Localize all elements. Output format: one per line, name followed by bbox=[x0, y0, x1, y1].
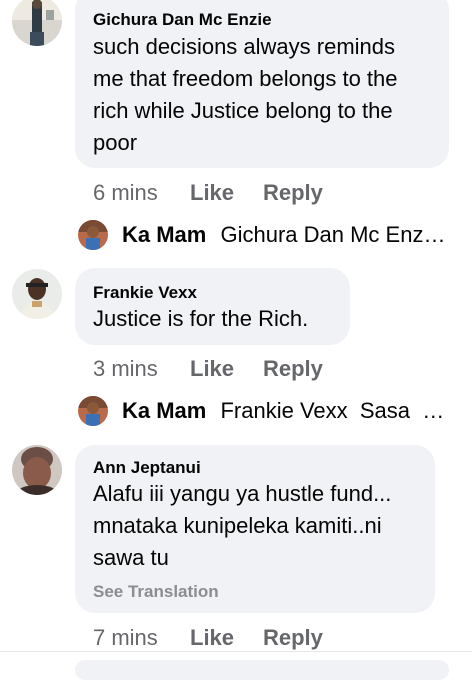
commenter-avatar[interactable] bbox=[12, 0, 62, 46]
next-comment-bubble-edge bbox=[75, 660, 449, 680]
comment-bubble: Frankie Vexx Justice is for the Rich. bbox=[75, 268, 350, 345]
comment-text: such decisions always reminds me that fr… bbox=[93, 31, 398, 159]
comment-timestamp[interactable]: 3 mins bbox=[93, 356, 190, 382]
reply-snippet: Frankie Vexx Sasa … bbox=[220, 398, 445, 423]
comment-actions: 3 mins Like Reply bbox=[93, 356, 323, 382]
comment-text: Justice is for the Rich. bbox=[93, 303, 308, 335]
reply-snippet: Gichura Dan Mc Enz… bbox=[220, 222, 446, 247]
comment-text-line: Justice is for the Rich. bbox=[93, 306, 309, 331]
comment-bubble: Ann Jeptanui Alafu iii yangu ya hustle f… bbox=[75, 445, 435, 613]
commenter-avatar[interactable] bbox=[12, 445, 62, 495]
reply-button[interactable]: Reply bbox=[263, 356, 323, 382]
divider bbox=[0, 651, 472, 652]
comment-bubble: Gichura Dan Mc Enzie such decisions alwa… bbox=[75, 0, 449, 168]
comment-author[interactable]: Ann Jeptanui bbox=[93, 458, 201, 478]
comment-text-line: such decisions always reminds bbox=[93, 34, 396, 59]
user-photo-avatar-icon bbox=[78, 220, 108, 250]
reply-button[interactable]: Reply bbox=[263, 180, 323, 206]
comment-text-line: rich while Justice belong to the bbox=[93, 98, 393, 123]
comment-timestamp[interactable]: 7 mins bbox=[93, 625, 190, 651]
user-photo-avatar-icon bbox=[12, 269, 62, 319]
reply-avatar[interactable] bbox=[78, 396, 108, 426]
user-photo-avatar-icon bbox=[12, 445, 62, 495]
comment-author[interactable]: Gichura Dan Mc Enzie bbox=[93, 10, 272, 30]
see-translation-link[interactable]: See Translation bbox=[93, 582, 219, 602]
comment-text-line: sawa tu bbox=[93, 545, 169, 570]
like-button[interactable]: Like bbox=[190, 625, 263, 651]
comment-text-line: me that freedom belongs to the bbox=[93, 66, 398, 91]
reply-button[interactable]: Reply bbox=[263, 625, 323, 651]
reply-preview[interactable]: Ka Mam Frankie Vexx Sasa … bbox=[122, 398, 444, 424]
comment-actions: 6 mins Like Reply bbox=[93, 180, 323, 206]
comment-actions: 7 mins Like Reply bbox=[93, 625, 323, 651]
comment-text-line: poor bbox=[93, 130, 138, 155]
reply-author: Ka Mam bbox=[122, 398, 207, 423]
user-photo-avatar-icon bbox=[12, 0, 62, 46]
comment-text-line: mnataka kunipeleka kamiti..ni bbox=[93, 513, 382, 538]
reply-preview[interactable]: Ka Mam Gichura Dan Mc Enz… bbox=[122, 222, 445, 248]
like-button[interactable]: Like bbox=[190, 356, 263, 382]
comment-timestamp[interactable]: 6 mins bbox=[93, 180, 190, 206]
comment-author[interactable]: Frankie Vexx bbox=[93, 283, 197, 303]
reply-avatar[interactable] bbox=[78, 220, 108, 250]
comment-text-line: Alafu iii yangu ya hustle fund... bbox=[93, 481, 392, 506]
comment-text: Alafu iii yangu ya hustle fund... mnatak… bbox=[93, 478, 391, 574]
like-button[interactable]: Like bbox=[190, 180, 263, 206]
commenter-avatar[interactable] bbox=[12, 269, 62, 319]
user-photo-avatar-icon bbox=[78, 396, 108, 426]
reply-author: Ka Mam bbox=[122, 222, 207, 247]
